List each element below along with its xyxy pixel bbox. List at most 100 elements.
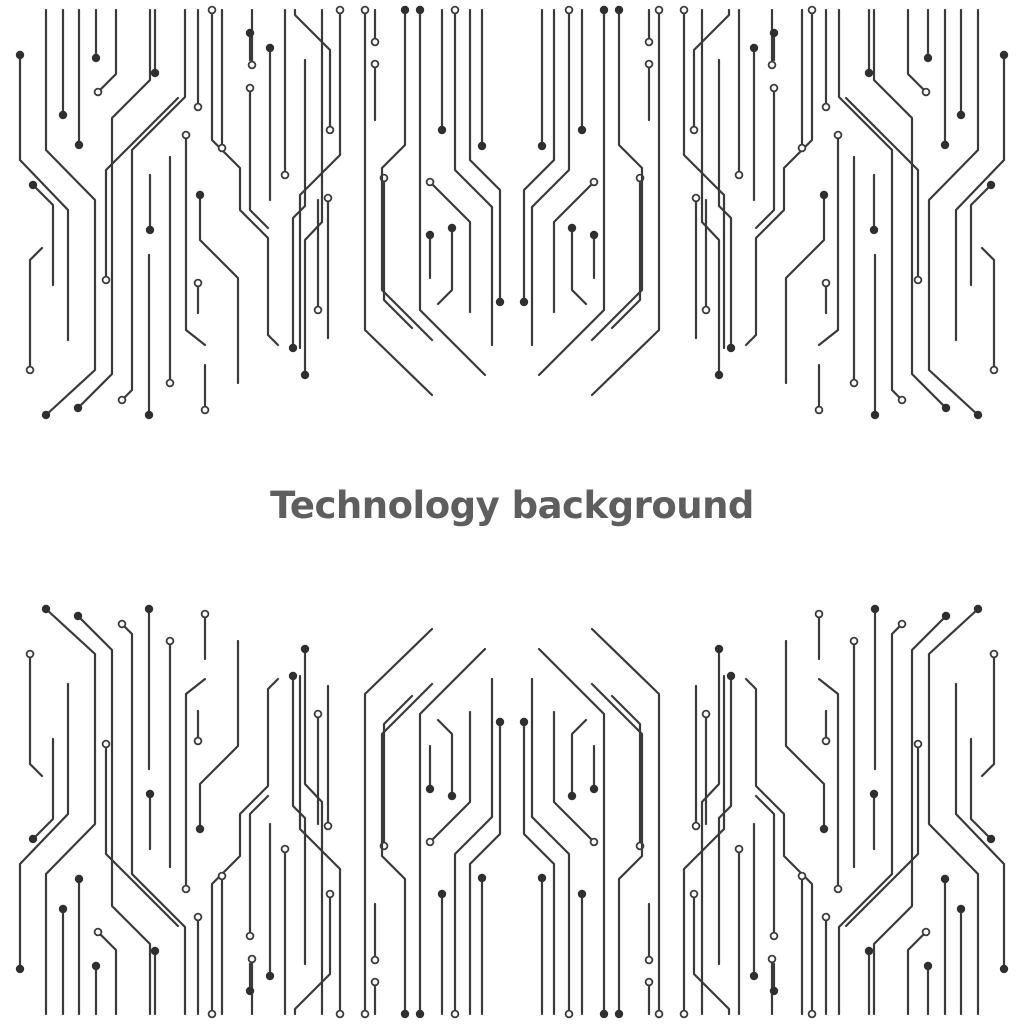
node-dot: [300, 644, 310, 654]
circuit-trace: [837, 622, 904, 1016]
node-ring: [181, 884, 191, 894]
node-dot: [41, 410, 51, 420]
node-dot: [869, 789, 879, 799]
node-dot: [265, 43, 275, 53]
circuit-trace: [184, 133, 207, 347]
circuit-trace: [31, 737, 55, 841]
node-ring: [165, 636, 175, 646]
node-dot: [589, 784, 599, 794]
node-dot: [864, 68, 874, 78]
node-dot: [15, 50, 25, 60]
circuit-trace: [468, 8, 502, 304]
node-ring: [360, 5, 370, 15]
circuit-trace: [198, 193, 240, 385]
node-ring: [921, 927, 931, 937]
circuit-trace: [700, 647, 721, 1016]
node-dot: [956, 110, 966, 120]
node-ring: [200, 609, 210, 619]
node-ring: [370, 955, 380, 965]
node-dot: [599, 1009, 609, 1019]
node-dot: [749, 43, 759, 53]
circuit-trace: [380, 682, 434, 1016]
circuit-trace: [418, 8, 487, 377]
node-dot: [288, 671, 298, 681]
node-ring: [797, 871, 807, 881]
node-dot: [567, 791, 577, 801]
circuit-trace: [248, 86, 270, 230]
circuit-trace: [28, 652, 44, 778]
circuit-trace: [537, 8, 606, 377]
node-dot: [923, 961, 933, 971]
node-ring: [335, 1009, 345, 1019]
circuit-half-right: [519, 604, 1009, 1019]
circuit-half-left: [15, 5, 505, 420]
node-dot: [28, 834, 38, 844]
node-dot: [145, 225, 155, 235]
node-dot: [726, 671, 736, 681]
node-ring: [370, 59, 380, 69]
node-ring: [701, 305, 711, 315]
node-ring: [689, 889, 699, 899]
circuit-trace: [844, 96, 920, 282]
node-dot: [819, 824, 829, 834]
circuit-trace: [436, 718, 454, 798]
node-dot: [437, 889, 447, 899]
circuit-trace: [570, 226, 588, 306]
node-ring: [849, 378, 859, 388]
circuit-trace: [537, 647, 606, 1016]
node-ring: [165, 378, 175, 388]
node-ring: [769, 83, 779, 93]
node-ring: [589, 177, 599, 187]
node-ring: [245, 83, 255, 93]
node-ring: [117, 395, 127, 405]
circuit-trace: [96, 8, 118, 94]
node-ring: [564, 1009, 574, 1019]
node-dot: [150, 68, 160, 78]
node-dot: [726, 343, 736, 353]
node-dot: [714, 370, 724, 380]
node-dot: [819, 190, 829, 200]
circuit-trace: [700, 8, 721, 377]
node-ring: [644, 977, 654, 987]
node-dot: [145, 789, 155, 799]
node-ring: [25, 649, 35, 659]
circuit-trace: [303, 8, 324, 377]
circuit-trace: [120, 8, 187, 402]
circuit-trace: [817, 677, 840, 891]
node-ring: [654, 1009, 664, 1019]
circuit-trace: [906, 8, 928, 94]
node-dot: [144, 604, 154, 614]
node-ring: [644, 59, 654, 69]
node-dot: [769, 28, 779, 38]
node-dot: [400, 5, 410, 15]
node-ring: [217, 871, 227, 881]
node-dot: [477, 141, 487, 151]
node-ring: [734, 844, 744, 854]
node-dot: [74, 874, 84, 884]
node-dot: [415, 5, 425, 15]
node-ring: [913, 275, 923, 285]
node-dot: [973, 410, 983, 420]
node-ring: [897, 395, 907, 405]
circuit-trace: [754, 86, 776, 230]
node-dot: [195, 824, 205, 834]
circuit-trace: [692, 8, 731, 132]
circuit-trace: [590, 682, 644, 1016]
node-ring: [280, 844, 290, 854]
circuit-trace: [784, 639, 826, 831]
node-ring: [425, 177, 435, 187]
node-ring: [193, 278, 203, 288]
circuit-trace: [198, 639, 240, 831]
node-ring: [644, 37, 654, 47]
node-dot: [400, 1009, 410, 1019]
node-dot: [956, 904, 966, 914]
node-dot: [769, 986, 779, 996]
node-ring: [101, 739, 111, 749]
node-dot: [447, 223, 457, 233]
node-dot: [599, 5, 609, 15]
node-dot: [425, 784, 435, 794]
node-dot: [519, 717, 529, 727]
node-dot: [58, 904, 68, 914]
node-dot: [41, 604, 51, 614]
node-ring: [679, 5, 689, 15]
